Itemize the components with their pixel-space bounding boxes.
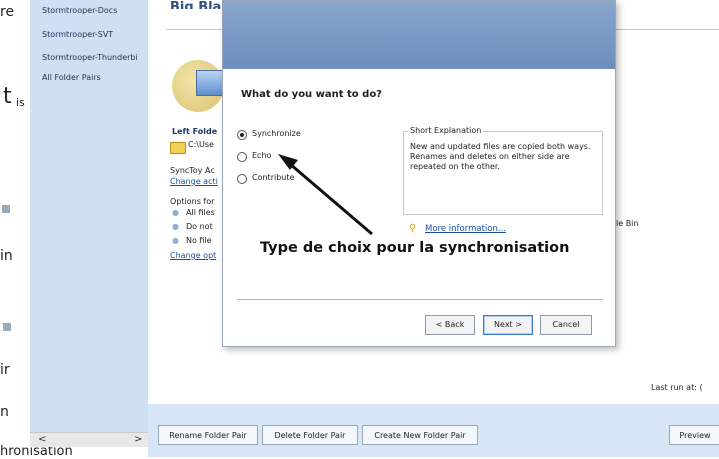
annotation-caption: Type de choix pour la synchronisation: [260, 240, 570, 256]
annotation-arrow: [278, 154, 373, 236]
